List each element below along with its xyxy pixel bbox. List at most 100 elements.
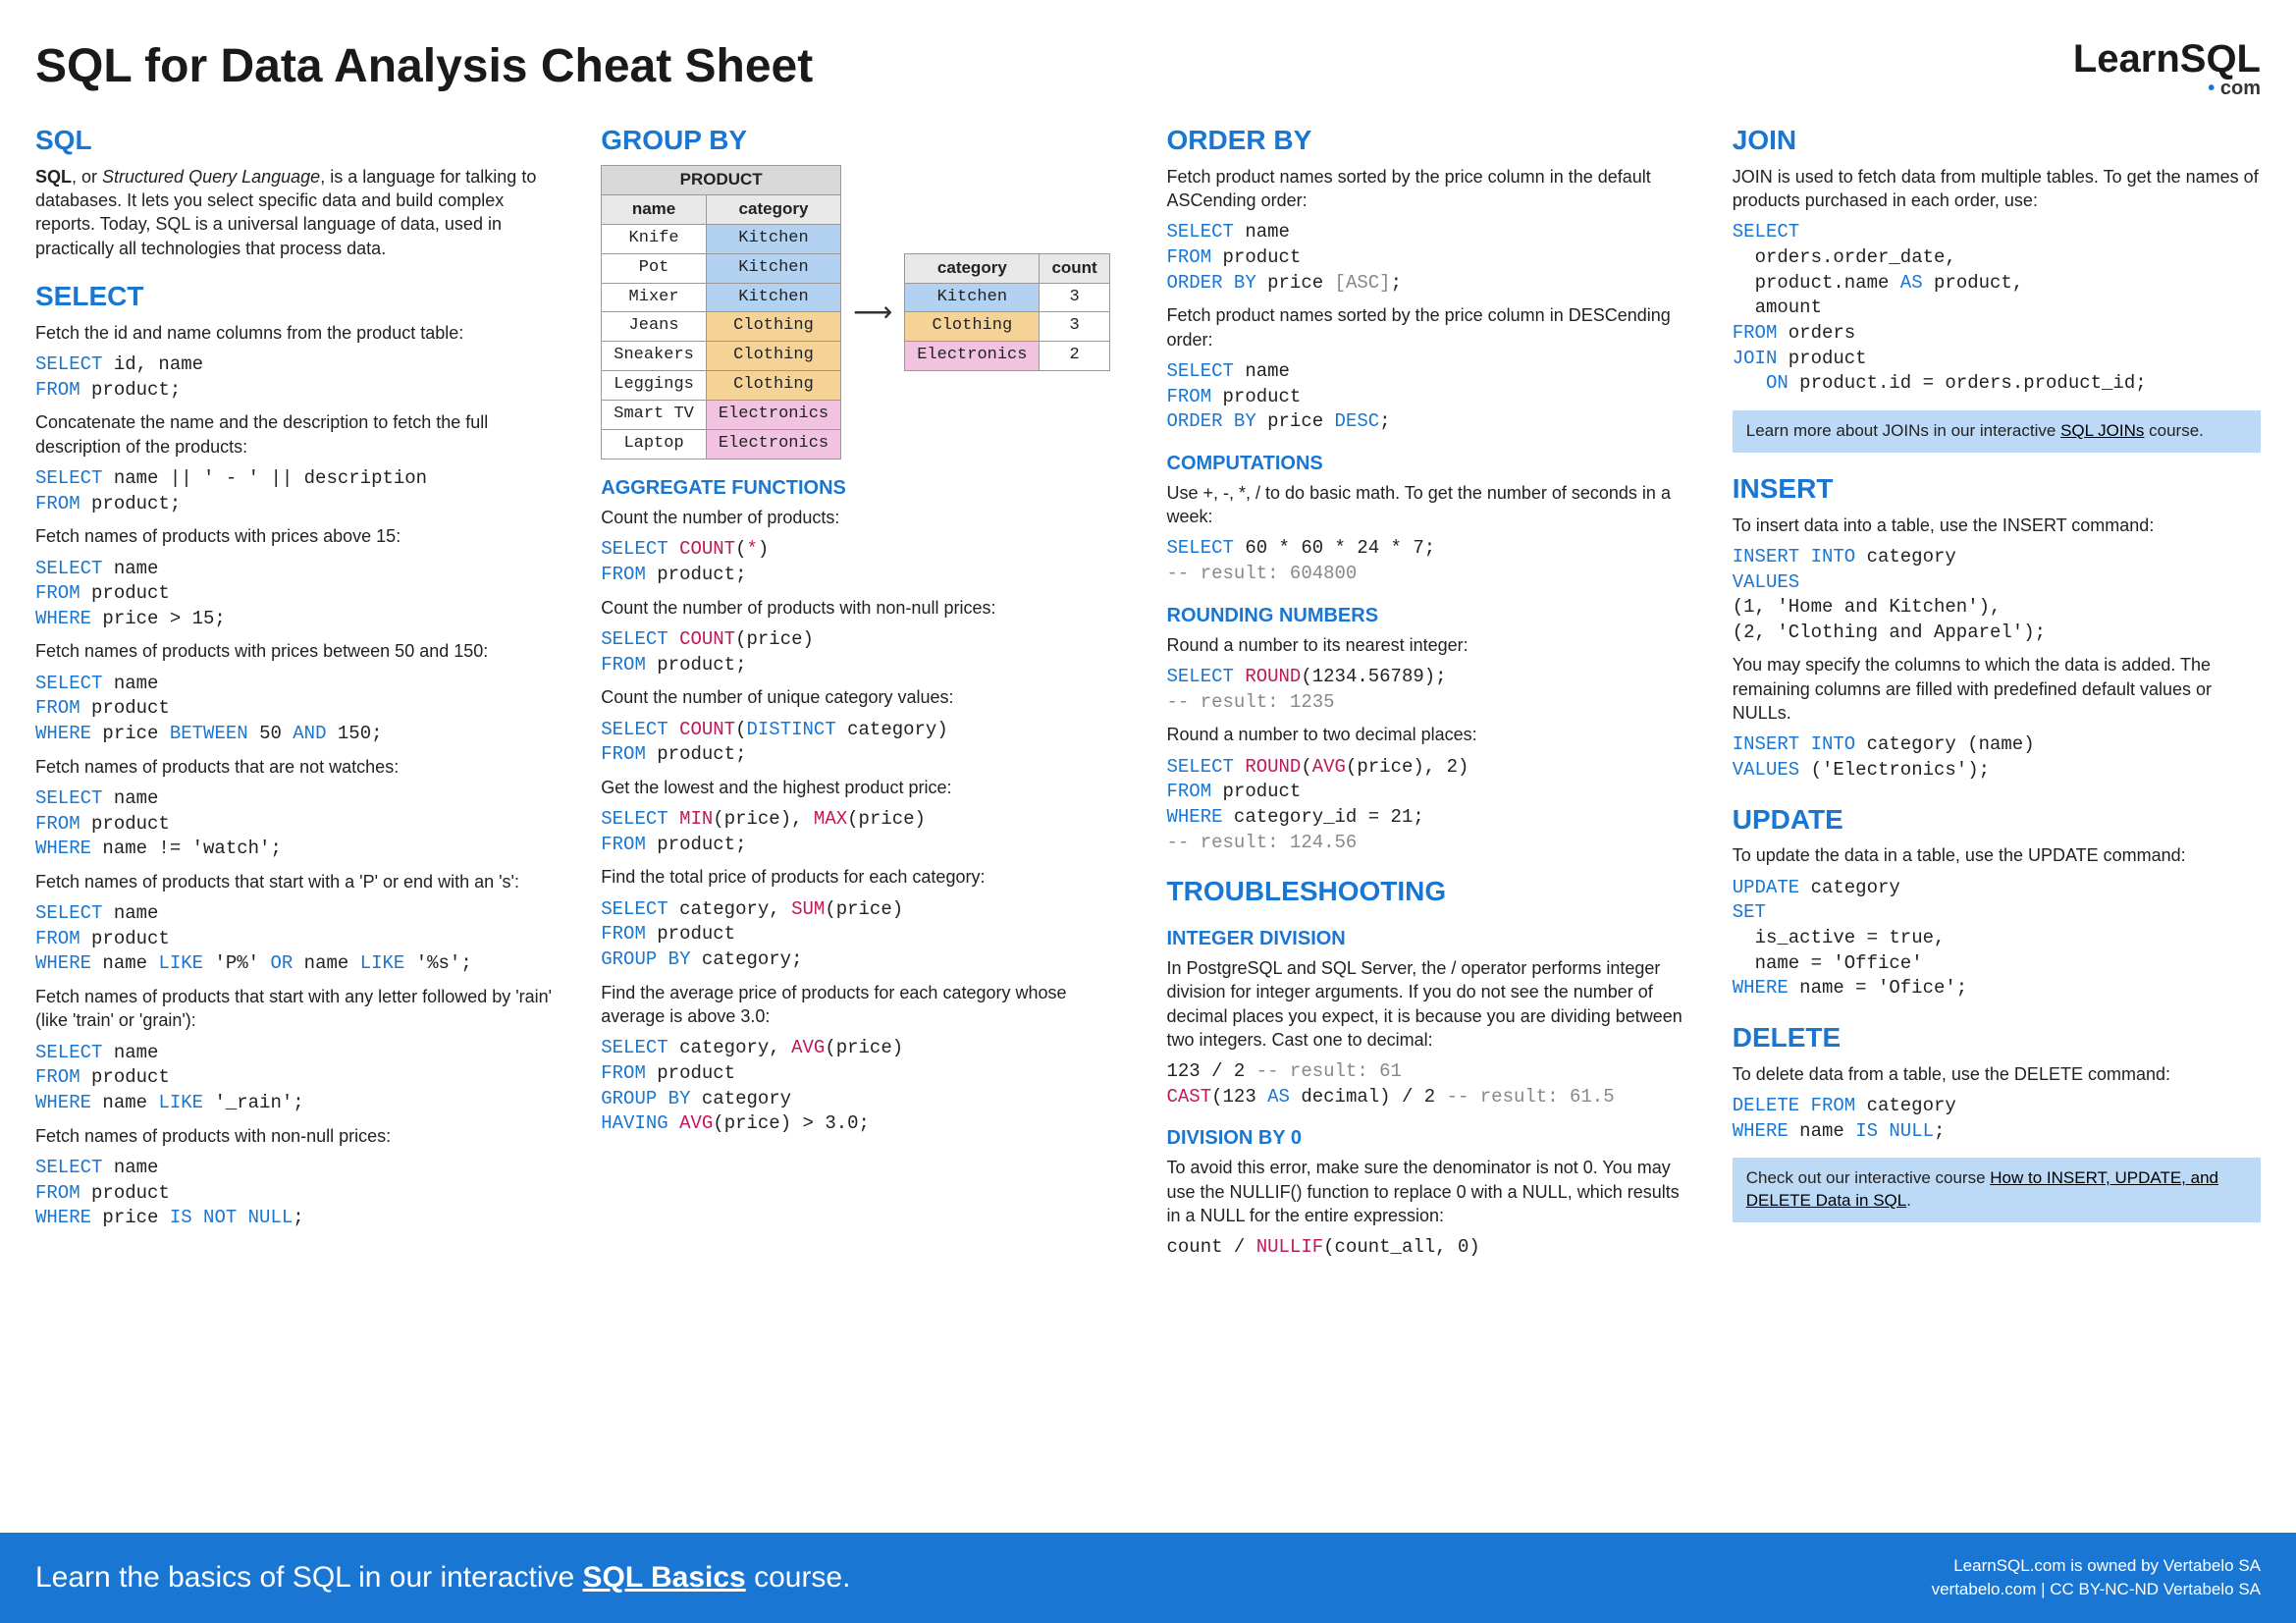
select-ex3-desc: Fetch names of products with prices abov…	[35, 524, 563, 548]
logo-sql: SQL	[2180, 37, 2261, 81]
round-e2-desc: Round a number to two decimal places:	[1167, 723, 1695, 746]
heading-computations: COMPUTATIONS	[1167, 451, 1695, 477]
logo-com: com	[2220, 78, 2261, 99]
column-4: JOIN JOIN is used to fetch data from mul…	[1733, 122, 2261, 1269]
heading-aggfn: AGGREGATE FUNCTIONS	[601, 475, 1129, 502]
round-e1-desc: Round a number to its nearest integer:	[1167, 633, 1695, 657]
column-3: ORDER BY Fetch product names sorted by t…	[1167, 122, 1695, 1269]
aggfn-e2-code: SELECT COUNT(price) FROM product;	[601, 627, 1129, 677]
table-row: MixerKitchen	[602, 283, 841, 312]
heading-sql: SQL	[35, 122, 563, 159]
join-callout: Learn more about JOINs in our interactiv…	[1733, 410, 2261, 453]
logo: LearnSQL • com	[2073, 39, 2261, 98]
select-ex1-desc: Fetch the id and name columns from the p…	[35, 321, 563, 345]
logo-learn: Learn	[2073, 37, 2180, 81]
table-row: SneakersClothing	[602, 342, 841, 371]
orderby-e2-code: SELECT name FROM product ORDER BY price …	[1167, 359, 1695, 435]
aggfn-e1-desc: Count the number of products:	[601, 506, 1129, 529]
heading-rounding: ROUNDING NUMBERS	[1167, 603, 1695, 629]
table-row: KnifeKitchen	[602, 224, 841, 253]
insert-e2-desc: You may specify the columns to which the…	[1733, 653, 2261, 725]
footer-owner: LearnSQL.com is owned by Vertabelo SA	[1932, 1554, 2261, 1578]
aggfn-e5-code: SELECT category, SUM(price) FROM product…	[601, 897, 1129, 973]
aggregate-table: categorycount Kitchen3Clothing3Electroni…	[904, 253, 1110, 372]
table-row: PotKitchen	[602, 253, 841, 283]
div0-desc: To avoid this error, make sure the denom…	[1167, 1156, 1695, 1227]
div0-code: count / NULLIF(count_all, 0)	[1167, 1235, 1695, 1261]
table-row: LaptopElectronics	[602, 430, 841, 460]
insert-e1-code: INSERT INTO category VALUES (1, 'Home an…	[1733, 545, 2261, 646]
table-row: JeansClothing	[602, 312, 841, 342]
aggfn-e4-code: SELECT MIN(price), MAX(price) FROM produ…	[601, 807, 1129, 857]
select-ex5-code: SELECT name FROM product WHERE name != '…	[35, 786, 563, 862]
link-sql-basics[interactable]: SQL Basics	[583, 1561, 746, 1594]
intdiv-code: 123 / 2 -- result: 61 CAST(123 AS decima…	[1167, 1059, 1695, 1109]
aggfn-e6-desc: Find the average price of products for e…	[601, 981, 1129, 1029]
select-ex8-desc: Fetch names of products with non-null pr…	[35, 1124, 563, 1148]
orderby-e1-code: SELECT name FROM product ORDER BY price …	[1167, 220, 1695, 296]
footer-left: Learn the basics of SQL in our interacti…	[35, 1561, 850, 1595]
table-row: Electronics2	[905, 342, 1110, 371]
update-desc: To update the data in a table, use the U…	[1733, 843, 2261, 867]
aggfn-e6-code: SELECT category, AVG(price) FROM product…	[601, 1036, 1129, 1137]
heading-select: SELECT	[35, 278, 563, 315]
heading-insert: INSERT	[1733, 470, 2261, 508]
groupby-diagram: PRODUCT namecategory KnifeKitchenPotKitc…	[601, 165, 1129, 460]
join-code: SELECT orders.order_date, product.name A…	[1733, 220, 2261, 396]
logo-dot: •	[2208, 78, 2215, 99]
delete-code: DELETE FROM category WHERE name IS NULL;	[1733, 1094, 2261, 1144]
aggfn-e4-desc: Get the lowest and the highest product p…	[601, 776, 1129, 799]
heading-div0: DIVISION BY 0	[1167, 1125, 1695, 1152]
footer-right: LearnSQL.com is owned by Vertabelo SA ve…	[1932, 1554, 2261, 1601]
select-ex8-code: SELECT name FROM product WHERE price IS …	[35, 1156, 563, 1231]
footer-license: vertabelo.com | CC BY-NC-ND Vertabelo SA	[1932, 1578, 2261, 1601]
select-ex6-code: SELECT name FROM product WHERE name LIKE…	[35, 901, 563, 977]
sql-intro: SQL, or Structured Query Language, is a …	[35, 165, 563, 260]
select-ex1-code: SELECT id, name FROM product;	[35, 352, 563, 403]
comp-desc: Use +, -, *, / to do basic math. To get …	[1167, 481, 1695, 529]
heading-intdiv: INTEGER DIVISION	[1167, 926, 1695, 952]
select-ex2-code: SELECT name || ' - ' || description FROM…	[35, 466, 563, 516]
aggfn-e1-code: SELECT COUNT(*) FROM product;	[601, 537, 1129, 587]
table-row: Clothing3	[905, 312, 1110, 342]
arrow-icon: ⟶	[853, 294, 892, 331]
column-2: GROUP BY PRODUCT namecategory KnifeKitch…	[601, 122, 1129, 1269]
orderby-e1-desc: Fetch product names sorted by the price …	[1167, 165, 1695, 213]
round-e2-code: SELECT ROUND(AVG(price), 2) FROM product…	[1167, 755, 1695, 856]
round-e1-code: SELECT ROUND(1234.56789); -- result: 123…	[1167, 665, 1695, 715]
aggfn-e3-code: SELECT COUNT(DISTINCT category) FROM pro…	[601, 718, 1129, 768]
link-sql-joins[interactable]: SQL JOINs	[2060, 421, 2144, 440]
orderby-e2-desc: Fetch product names sorted by the price …	[1167, 303, 1695, 352]
select-ex7-desc: Fetch names of products that start with …	[35, 985, 563, 1033]
delete-callout: Check out our interactive course How to …	[1733, 1158, 2261, 1222]
heading-troubleshooting: TROUBLESHOOTING	[1167, 873, 1695, 910]
heading-orderby: ORDER BY	[1167, 122, 1695, 159]
aggfn-e3-desc: Count the number of unique category valu…	[601, 685, 1129, 709]
select-ex3-code: SELECT name FROM product WHERE price > 1…	[35, 557, 563, 632]
heading-groupby: GROUP BY	[601, 122, 1129, 159]
product-table: PRODUCT namecategory KnifeKitchenPotKitc…	[601, 165, 841, 460]
table-row: Kitchen3	[905, 283, 1110, 312]
heading-delete: DELETE	[1733, 1019, 2261, 1056]
column-1: SQL SQL, or Structured Query Language, i…	[35, 122, 563, 1269]
table-row: LeggingsClothing	[602, 371, 841, 401]
select-ex5-desc: Fetch names of products that are not wat…	[35, 755, 563, 779]
comp-code: SELECT 60 * 60 * 24 * 7; -- result: 6048…	[1167, 536, 1695, 586]
select-ex7-code: SELECT name FROM product WHERE name LIKE…	[35, 1041, 563, 1116]
select-ex2-desc: Concatenate the name and the description…	[35, 410, 563, 459]
select-ex4-desc: Fetch names of products with prices betw…	[35, 639, 563, 663]
update-code: UPDATE category SET is_active = true, na…	[1733, 876, 2261, 1001]
select-ex6-desc: Fetch names of products that start with …	[35, 870, 563, 893]
aggfn-e5-desc: Find the total price of products for eac…	[601, 865, 1129, 889]
delete-desc: To delete data from a table, use the DEL…	[1733, 1062, 2261, 1086]
intdiv-desc: In PostgreSQL and SQL Server, the / oper…	[1167, 956, 1695, 1052]
select-ex4-code: SELECT name FROM product WHERE price BET…	[35, 672, 563, 747]
table-row: Smart TVElectronics	[602, 401, 841, 430]
heading-update: UPDATE	[1733, 801, 2261, 839]
header: SQL for Data Analysis Cheat Sheet LearnS…	[35, 39, 2261, 98]
page-title: SQL for Data Analysis Cheat Sheet	[35, 39, 813, 93]
heading-join: JOIN	[1733, 122, 2261, 159]
insert-e1-desc: To insert data into a table, use the INS…	[1733, 514, 2261, 537]
join-desc: JOIN is used to fetch data from multiple…	[1733, 165, 2261, 213]
footer: Learn the basics of SQL in our interacti…	[0, 1533, 2296, 1623]
